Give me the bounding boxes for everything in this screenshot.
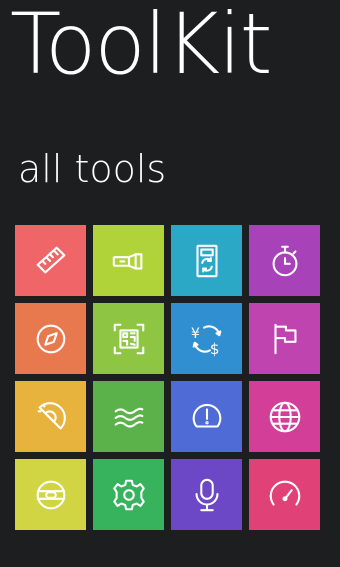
compass-icon <box>36 324 65 353</box>
tile-speedometer[interactable] <box>249 459 320 530</box>
qr-scanner-icon <box>113 323 144 354</box>
svg-text:¥: ¥ <box>190 326 199 342</box>
flashlight-icon <box>112 252 142 270</box>
tile-level[interactable] <box>15 459 86 530</box>
level-icon <box>36 480 65 509</box>
wind-icon <box>114 407 143 428</box>
globe-icon <box>269 401 300 432</box>
tile-microphone[interactable] <box>171 459 242 530</box>
tile-compass[interactable] <box>15 303 86 374</box>
tile-wind[interactable] <box>93 381 164 452</box>
app-title: ToolKit <box>10 0 273 93</box>
tile-calculator[interactable] <box>171 225 242 296</box>
tile-stopwatch[interactable] <box>249 225 320 296</box>
flag-icon <box>273 323 296 354</box>
ruler-icon <box>36 246 65 273</box>
tools-grid: ¥ $ <box>15 225 320 530</box>
tile-flashlight[interactable] <box>93 225 164 296</box>
tile-globe[interactable] <box>249 381 320 452</box>
tile-qr-scanner[interactable] <box>93 303 164 374</box>
stopwatch-icon <box>272 245 297 276</box>
tile-protractor[interactable] <box>15 381 86 452</box>
tile-settings-gear[interactable] <box>93 459 164 530</box>
microphone-icon <box>195 478 218 511</box>
alert-gauge-icon <box>192 403 221 428</box>
settings-gear-icon <box>112 479 145 510</box>
section-title: all tools <box>18 147 167 191</box>
speedometer-icon <box>269 480 300 506</box>
protractor-icon <box>37 401 66 429</box>
tile-alert-gauge[interactable] <box>171 381 242 452</box>
currency-converter-icon: ¥ $ <box>190 324 221 358</box>
calculator-icon <box>195 244 218 277</box>
tile-currency-converter[interactable]: ¥ $ <box>171 303 242 374</box>
svg-text:$: $ <box>209 340 219 358</box>
tile-ruler[interactable] <box>15 225 86 296</box>
tile-flag[interactable] <box>249 303 320 374</box>
